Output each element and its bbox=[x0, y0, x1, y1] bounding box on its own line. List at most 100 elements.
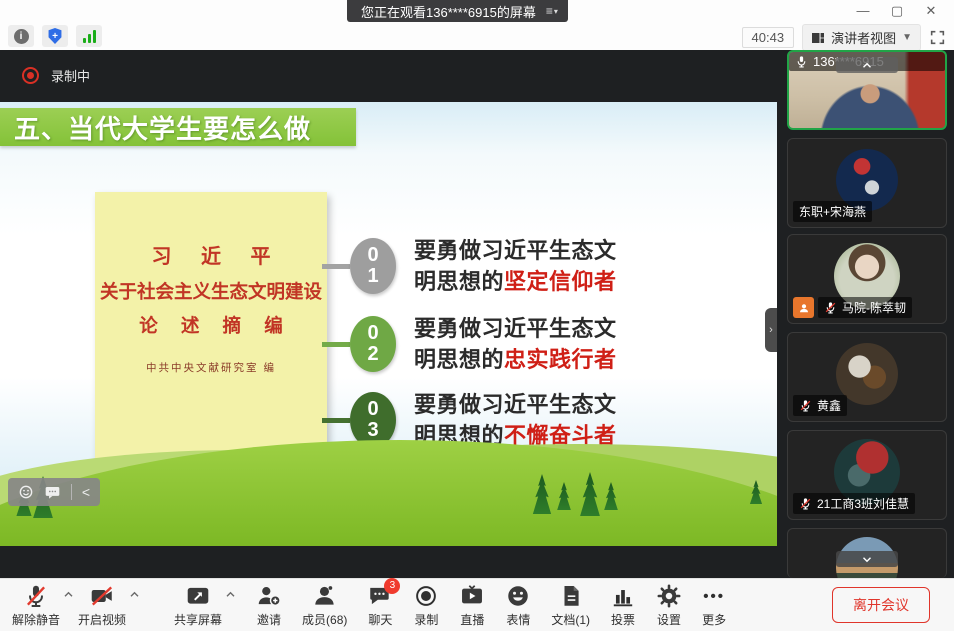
point-01-emphasis: 坚定信仰者 bbox=[504, 269, 617, 294]
microphone-muted-icon bbox=[800, 498, 811, 510]
title-bar: 您正在观看136****6915的屏幕 ≡ ▾ — ▢ ✕ bbox=[0, 0, 954, 23]
close-button[interactable]: ✕ bbox=[914, 0, 948, 22]
scroll-down-button[interactable] bbox=[836, 551, 898, 567]
gear-icon bbox=[656, 583, 682, 610]
vote-button[interactable]: 投票 bbox=[608, 583, 638, 628]
chevron-down-icon: ▼ bbox=[902, 32, 912, 43]
toolbar-divider bbox=[70, 484, 72, 500]
info-icon: i bbox=[13, 28, 29, 44]
point-02-connector bbox=[322, 341, 350, 347]
view-mode-label: 演讲者视图 bbox=[831, 31, 897, 46]
microphone-on-icon bbox=[797, 56, 806, 68]
point-01: 0 1 要勇做习近平生态文 明思想的坚定信仰者 bbox=[322, 235, 617, 297]
window-controls: — ▢ ✕ bbox=[846, 0, 948, 22]
fullscreen-icon[interactable] bbox=[929, 29, 946, 46]
book-title-line3: 论 述 摘 编 bbox=[139, 315, 292, 336]
participant-name-label: 马院-陈萃韧 bbox=[842, 301, 906, 315]
leave-meeting-button[interactable]: 离开会议 bbox=[832, 587, 930, 623]
main-stage: 录制中 五、当代大学生要怎么做 习 近 平 关于社会主义生态文明建设 论 述 摘… bbox=[0, 50, 954, 578]
signal-bars-icon bbox=[82, 29, 96, 43]
participant-tile-partial[interactable] bbox=[787, 528, 947, 578]
share-screen-button[interactable]: 共享屏幕 bbox=[172, 583, 224, 628]
meeting-timer: 40:43 bbox=[741, 27, 795, 48]
settings-button[interactable]: 设置 bbox=[654, 583, 684, 628]
minimize-button[interactable]: — bbox=[846, 0, 880, 22]
live-stream-button[interactable]: 直播 bbox=[457, 583, 487, 628]
smiley-icon bbox=[505, 583, 531, 610]
emoji-button[interactable]: 表情 bbox=[503, 583, 533, 628]
host-badge-icon bbox=[793, 297, 814, 318]
point-01-number: 0 1 bbox=[350, 238, 396, 294]
recording-indicator: 录制中 bbox=[22, 66, 90, 85]
view-mode-selector[interactable]: 演讲者视图 ▼ bbox=[802, 24, 921, 51]
menu-bar: i + 40:43 演讲者视图 ▼ bbox=[0, 22, 954, 51]
point-01-text: 要勇做习近平生态文 明思想的坚定信仰者 bbox=[414, 238, 617, 294]
share-options-chevron[interactable] bbox=[225, 585, 236, 603]
participant-tile[interactable]: 东职+宋海燕 bbox=[787, 138, 947, 228]
participant-tile[interactable]: 马院-陈萃韧 bbox=[787, 234, 947, 324]
shield-icon: + bbox=[48, 28, 62, 44]
network-button[interactable] bbox=[76, 25, 102, 47]
chat-badge: 3 bbox=[384, 577, 401, 594]
book-title-line1: 习 近 平 bbox=[151, 246, 283, 268]
invite-button[interactable]: 邀请 bbox=[254, 583, 284, 628]
members-button[interactable]: 成员(68) bbox=[300, 583, 349, 628]
chat-button[interactable]: 3 聊天 bbox=[365, 577, 401, 628]
document-icon bbox=[558, 583, 584, 610]
chat-icon: 3 bbox=[367, 577, 401, 610]
microphone-muted-icon bbox=[800, 400, 811, 412]
documents-button[interactable]: 文档(1) bbox=[549, 583, 592, 628]
emoji-tool-icon[interactable] bbox=[18, 484, 34, 500]
recording-dot-icon bbox=[22, 67, 39, 84]
sidebar-collapse-handle[interactable]: › bbox=[765, 308, 777, 352]
unmute-button[interactable]: 解除静音 bbox=[10, 583, 62, 628]
point-01-connector bbox=[322, 263, 350, 269]
participant-tile-active-speaker[interactable]: 136****6915 bbox=[787, 50, 947, 130]
bottom-toolbar: 解除静音 开启视频 共享屏幕 邀请 成员(68) 3 聊天 录制 直播 表情 文… bbox=[0, 577, 954, 631]
annotation-toolbar: < bbox=[8, 478, 100, 506]
camera-off-icon bbox=[89, 583, 115, 610]
maximize-button[interactable]: ▢ bbox=[880, 0, 914, 22]
participant-tile[interactable]: 21工商3班刘佳慧 bbox=[787, 430, 947, 520]
chevron-up-icon bbox=[863, 62, 871, 68]
microphone-muted-icon bbox=[23, 583, 49, 610]
security-button[interactable]: + bbox=[42, 25, 68, 47]
chevron-left-icon[interactable]: < bbox=[82, 485, 90, 499]
book-title-line2: 关于社会主义生态文明建设 bbox=[99, 281, 322, 302]
participant-name-label: 东职+宋海燕 bbox=[799, 205, 867, 219]
participant-tile[interactable]: 黄鑫 bbox=[787, 332, 947, 422]
screen-share-icon bbox=[185, 583, 211, 610]
live-tv-icon bbox=[459, 583, 485, 610]
meeting-info-button[interactable]: i bbox=[8, 25, 34, 47]
chevron-down-icon bbox=[863, 556, 871, 562]
point-02: 0 2 要勇做习近平生态文 明思想的忠实践行者 bbox=[322, 313, 617, 375]
comment-tool-icon[interactable] bbox=[44, 485, 61, 500]
start-video-button[interactable]: 开启视频 bbox=[76, 583, 128, 628]
audio-options-chevron[interactable] bbox=[63, 585, 74, 603]
slide-title-banner: 五、当代大学生要怎么做 bbox=[0, 108, 356, 146]
meeting-info-group: i + bbox=[8, 25, 102, 47]
ellipsis-icon: ••• bbox=[703, 587, 725, 605]
book-editor: 中共中央文献研究室 编 bbox=[146, 362, 276, 374]
banner-menu-icon[interactable]: ≡ ▾ bbox=[546, 4, 558, 18]
recording-label: 录制中 bbox=[51, 69, 91, 84]
point-02-number: 0 2 bbox=[350, 316, 396, 372]
more-button[interactable]: ••• 更多 bbox=[700, 583, 728, 628]
participant-sidebar: 136****6915 东职+宋海燕 马院-陈萃韧 bbox=[787, 50, 947, 578]
meeting-window: 您正在观看136****6915的屏幕 ≡ ▾ — ▢ ✕ i + 40:43 演… bbox=[0, 0, 954, 631]
layout-icon bbox=[812, 32, 825, 43]
watching-screen-banner: 您正在观看136****6915的屏幕 ≡ ▾ bbox=[347, 0, 568, 22]
collapse-videos-button[interactable] bbox=[836, 57, 898, 73]
record-button[interactable]: 录制 bbox=[411, 583, 441, 628]
view-controls-group: 40:43 演讲者视图 ▼ bbox=[741, 24, 946, 51]
microphone-muted-icon bbox=[825, 302, 836, 314]
point-02-emphasis: 忠实践行者 bbox=[504, 347, 617, 372]
record-icon bbox=[413, 583, 439, 610]
participant-name-label: 黄鑫 bbox=[817, 399, 842, 413]
video-options-chevron[interactable] bbox=[129, 585, 140, 603]
point-02-text: 要勇做习近平生态文 明思想的忠实践行者 bbox=[414, 316, 617, 372]
bar-chart-icon bbox=[610, 583, 636, 610]
invite-person-icon bbox=[256, 583, 282, 610]
point-03-connector bbox=[322, 417, 350, 423]
watching-screen-text: 您正在观看136****6915的屏幕 bbox=[361, 4, 536, 20]
